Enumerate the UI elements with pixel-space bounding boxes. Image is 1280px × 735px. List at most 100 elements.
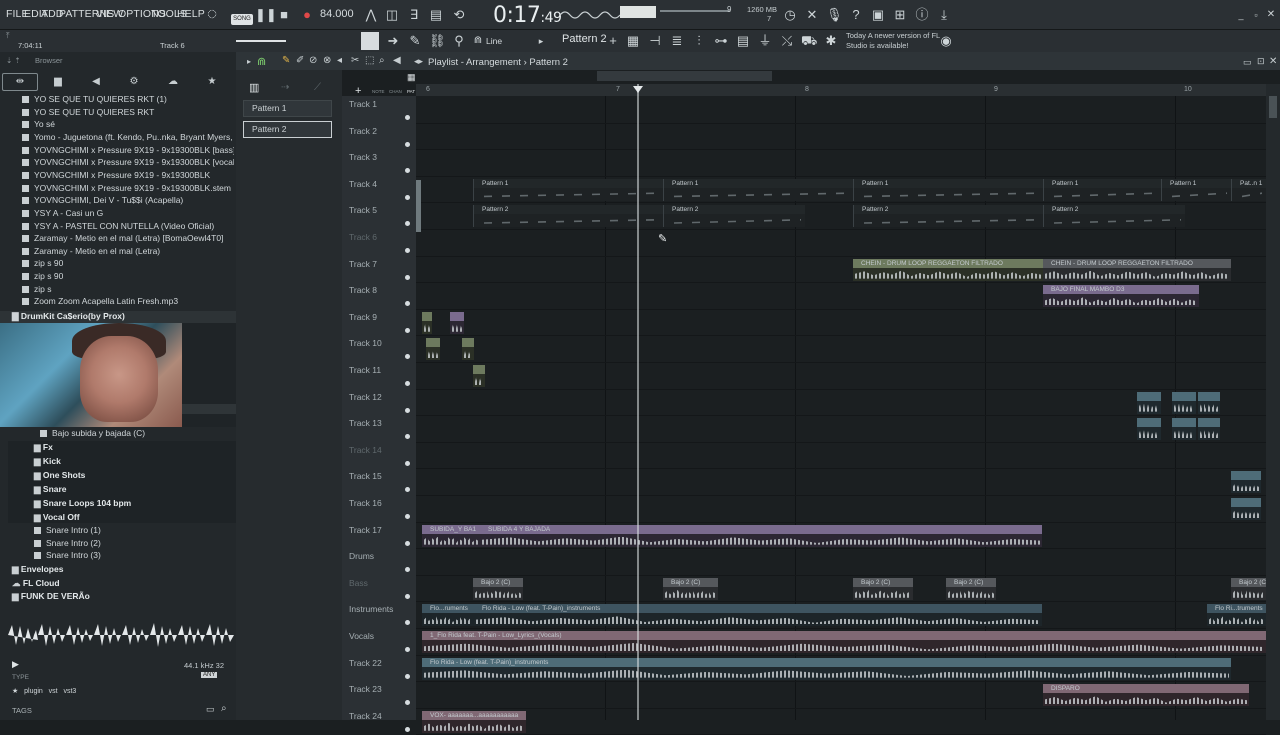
pattern-view-icon[interactable]: ▦ <box>407 72 416 83</box>
track-mute-dot[interactable] <box>405 248 410 253</box>
menu-help[interactable]: HELP <box>177 8 205 20</box>
save-icon[interactable]: ▣ <box>870 7 886 23</box>
playlist-clip[interactable] <box>450 311 464 334</box>
channel-rack-icon[interactable]: ≣ <box>669 33 685 49</box>
info-icon[interactable]: ⓘ <box>914 7 930 23</box>
playlist-clip[interactable] <box>473 365 485 387</box>
playlist-clip[interactable]: Pattern 1 <box>473 178 663 201</box>
playlist-clip[interactable]: Pattern 2 <box>1043 205 1185 228</box>
browser-file-item[interactable]: YOVNGCHIMI x Pressure 9X19 - 9x19300BLK … <box>22 145 234 158</box>
playlist-horizontal-scroll[interactable] <box>597 71 772 81</box>
browser-file-item[interactable]: YSY A - PASTEL CON NUTELLA (Video Oficia… <box>22 221 234 234</box>
drum-file-item[interactable]: Snare Intro (1) <box>34 525 246 538</box>
playhead[interactable] <box>637 84 639 720</box>
preview-play-icon[interactable]: ▶ <box>12 659 19 670</box>
track-label[interactable]: Track 1 <box>349 99 377 109</box>
playlist-clip[interactable]: Pattern 2 <box>853 205 1043 228</box>
paint-tool-icon[interactable]: ✐ <box>296 55 304 66</box>
timeline-ruler[interactable] <box>416 84 1280 96</box>
playlist-clip[interactable]: DISPARO <box>1043 684 1249 707</box>
browser-file-item[interactable]: zip s 90 <box>22 271 234 284</box>
help-icon[interactable]: ? <box>848 7 864 23</box>
browser-file-item[interactable]: Yo sé <box>22 119 234 132</box>
browser-file-item[interactable]: YSY A - Casi un G <box>22 208 234 221</box>
playlist-clip[interactable]: Flo Rida - Low (feat. T-Pain)_instrument… <box>422 657 1231 680</box>
track-label[interactable]: Track 17 <box>349 525 382 535</box>
slice-tool-icon[interactable]: ✂ <box>351 55 359 66</box>
vertical-scroll-thumb[interactable] <box>1269 96 1277 118</box>
playlist-clip[interactable] <box>1137 418 1161 441</box>
mixer-icon[interactable]: ⫶ <box>691 33 707 49</box>
track-label[interactable]: Track 12 <box>349 392 382 402</box>
track-label[interactable]: Track 8 <box>349 285 377 295</box>
draw-tool-icon[interactable]: ✎ <box>282 55 290 66</box>
browser-file-item[interactable]: YO SE QUE TU QUIERES RKT (1) <box>22 94 234 107</box>
metronome-icon[interactable]: ⋀ <box>363 7 379 23</box>
magnet-snap-icon[interactable]: ⋒ <box>257 55 266 68</box>
tempo-display[interactable]: 84.000 <box>320 8 354 20</box>
plugin-manager-icon[interactable]: ⊞ <box>892 7 908 23</box>
browser-cloud-icon[interactable]: ☁ <box>155 74 191 90</box>
playlist-arrows-icon[interactable]: ◂▸ <box>414 56 423 67</box>
search-icon[interactable]: ⌕ <box>221 703 227 714</box>
snap-icon[interactable] <box>361 32 379 50</box>
playlist-clip[interactable] <box>1198 418 1220 441</box>
stamp-icon[interactable]: ⚲ <box>451 33 467 49</box>
browser-file-item[interactable]: Yomo - Juguetona (ft. Kendo, Pu..nka, Br… <box>22 132 234 145</box>
pause-icon[interactable]: ❚❚ <box>255 7 277 23</box>
playlist-clip[interactable]: Pattern 2 <box>663 205 805 228</box>
zoom-tool-icon[interactable]: ⌕ <box>379 55 385 66</box>
playlist-clip[interactable]: Pattern 1 <box>663 178 853 201</box>
track-mute-dot[interactable] <box>405 115 410 120</box>
browser-file-item[interactable]: YOVNGCHIMI x Pressure 9X19 - 9x19300BLK <box>22 170 234 183</box>
stop-icon[interactable]: ■ <box>276 7 292 23</box>
playlist-clip[interactable]: Bajo 2 (C) <box>1231 577 1266 600</box>
slip-tool-icon[interactable]: ◂ <box>337 55 342 66</box>
track-label[interactable]: Track 5 <box>349 205 377 215</box>
piano-roll-icon[interactable]: ⊣ <box>647 33 663 49</box>
browser-file-item[interactable]: YOVNGCHIMI x Pressure 9X19 - 9x19300BLK.… <box>22 183 234 196</box>
browser-arrows-icon[interactable]: ⇣ ⇡ <box>6 56 21 65</box>
tools-x-icon[interactable]: ✕ <box>804 7 820 23</box>
track-mute-dot[interactable] <box>405 726 410 732</box>
plug-icon[interactable]: ⏚ <box>757 33 773 49</box>
playlist-clip[interactable]: Flo Ri...truments <box>1207 604 1266 627</box>
loop-record-icon[interactable]: ⟲ <box>451 7 467 23</box>
drum-file-item[interactable]: Snare Intro (3) <box>34 550 246 563</box>
playlist-clip[interactable]: Flo...ruments <box>422 604 474 627</box>
folder-open-icon[interactable]: ▭ <box>206 704 215 715</box>
playlist-clip[interactable] <box>462 338 474 361</box>
track-label[interactable]: Track 13 <box>349 418 382 428</box>
playlist-close-icon[interactable]: ✕ <box>1269 56 1277 67</box>
picker-pattern-2[interactable]: Pattern 2 <box>243 121 332 138</box>
track-mute-dot[interactable] <box>405 141 410 147</box>
track-label[interactable]: Track 16 <box>349 498 382 508</box>
track-mute-dot[interactable] <box>405 274 410 280</box>
track-label[interactable]: Track 2 <box>349 126 377 136</box>
track-mute-dot[interactable] <box>405 407 410 413</box>
track-label[interactable]: Track 11 <box>349 365 381 375</box>
picker-pattern-1[interactable]: Pattern 1 <box>243 100 332 117</box>
track-mute-dot[interactable] <box>405 194 410 200</box>
browser-files-icon[interactable]: ▆ <box>40 74 76 90</box>
playlist-clip[interactable]: Bajo 2 (C) <box>663 577 718 600</box>
update-notice[interactable]: Today A newer version of FL Studio is av… <box>846 31 946 51</box>
playlist-clip[interactable]: CHEIN - DRUM LOOP REGGAETON FILTRADO <box>1043 258 1231 281</box>
master-volume-slider[interactable] <box>660 10 730 12</box>
browser-file-item[interactable]: zip s <box>22 284 234 297</box>
record-icon[interactable]: ● <box>299 7 315 23</box>
track-label[interactable]: Instruments <box>349 604 393 614</box>
drum-folder-item[interactable]: ▆ Snare Loops 104 bpm <box>34 498 256 511</box>
track-label[interactable]: Track 6 <box>349 232 377 242</box>
browser-favorites-icon[interactable]: ★ <box>194 74 230 90</box>
drum-folder-item[interactable]: ▆ One Shots <box>34 470 256 483</box>
countdown-icon[interactable]: ∃ <box>406 7 422 23</box>
track-mute-dot[interactable] <box>405 540 410 546</box>
pencil-icon[interactable]: ✎ <box>407 33 423 49</box>
clock-icon[interactable]: ◷ <box>782 7 798 23</box>
browser-file-item[interactable]: zip s 90 <box>22 258 234 271</box>
star-icon[interactable]: ★ <box>12 688 18 695</box>
track-label[interactable]: Track 10 <box>349 338 382 348</box>
playlist-clip[interactable]: SUBIDA_Y BA1 <box>422 524 480 547</box>
track-label[interactable]: Vocals <box>349 631 374 641</box>
